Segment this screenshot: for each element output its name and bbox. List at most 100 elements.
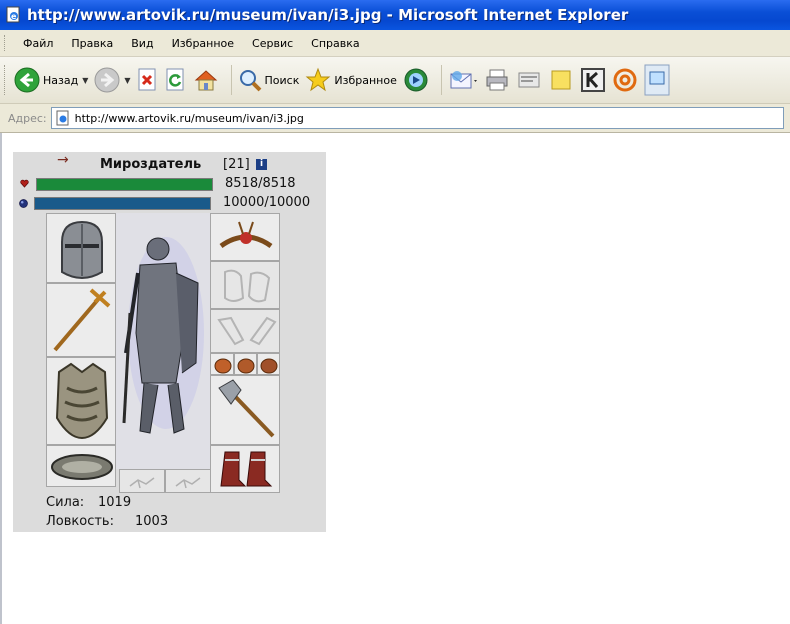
helmet-slot[interactable] bbox=[46, 213, 116, 283]
standard-toolbar: Назад ▼ ▼ Поиск Избранное bbox=[0, 57, 790, 104]
ie-page-icon: e bbox=[6, 6, 20, 23]
discuss-button[interactable] bbox=[548, 67, 574, 93]
address-bar: Адрес: http://www.artovik.ru/museum/ivan… bbox=[0, 104, 790, 133]
mail-button[interactable] bbox=[448, 67, 478, 93]
toolbar-grip bbox=[4, 65, 8, 95]
edit-icon bbox=[518, 72, 540, 88]
refresh-button[interactable] bbox=[165, 68, 187, 92]
bracers-slot[interactable] bbox=[210, 309, 280, 353]
menu-item-edit[interactable]: Правка bbox=[62, 37, 122, 50]
at-button[interactable] bbox=[612, 67, 638, 93]
gloves-icon bbox=[224, 269, 271, 303]
address-label: Адрес: bbox=[8, 111, 47, 125]
weapon-slot-right[interactable] bbox=[210, 375, 280, 445]
menu-item-file[interactable]: Файл bbox=[14, 37, 62, 50]
go-button[interactable] bbox=[644, 64, 670, 96]
forward-arrow-icon bbox=[94, 67, 120, 93]
title-bar: e http://www.artovik.ru/museum/ivan/i3.j… bbox=[0, 0, 790, 30]
amulet-icon bbox=[219, 221, 273, 249]
menu-item-help[interactable]: Справка bbox=[302, 37, 368, 50]
hp-bar bbox=[36, 178, 213, 191]
hp-value: 8518/8518 bbox=[225, 176, 296, 191]
print-icon bbox=[486, 69, 508, 91]
mp-value: 10000/10000 bbox=[223, 195, 311, 210]
armor-slot[interactable] bbox=[46, 357, 116, 445]
stat-strength-label: Сила: bbox=[46, 495, 85, 510]
potion-icon bbox=[260, 358, 278, 374]
arrow-icon[interactable]: → bbox=[57, 152, 69, 168]
mp-bar bbox=[34, 197, 211, 210]
window-title: http://www.artovik.ru/museum/ivan/i3.jpg… bbox=[27, 6, 629, 24]
forward-button[interactable]: ▼ bbox=[94, 67, 131, 93]
axe-icon bbox=[218, 379, 275, 438]
knight-figure-icon bbox=[122, 237, 204, 434]
mana-orb-icon bbox=[19, 199, 28, 208]
amulet-slot[interactable] bbox=[210, 213, 280, 261]
weapon-slot-left[interactable] bbox=[46, 283, 116, 357]
potion-icon bbox=[237, 358, 255, 374]
stat-strength-value: 1019 bbox=[98, 495, 132, 510]
menu-item-favorites[interactable]: Избранное bbox=[163, 37, 243, 50]
stop-button[interactable] bbox=[137, 68, 159, 92]
print-button[interactable] bbox=[484, 67, 510, 93]
potion-slot-1[interactable] bbox=[210, 353, 234, 375]
svg-text:e: e bbox=[11, 12, 17, 21]
ring-slot-1[interactable] bbox=[119, 469, 165, 493]
staff-icon bbox=[53, 288, 111, 352]
menu-item-view[interactable]: Вид bbox=[122, 37, 162, 50]
empty-slot-icon bbox=[175, 477, 201, 489]
address-input[interactable]: http://www.artovik.ru/museum/ivan/i3.jpg bbox=[50, 107, 784, 129]
empty-slot-icon bbox=[129, 477, 155, 489]
character-portrait bbox=[116, 213, 210, 469]
boots-icon bbox=[220, 451, 273, 487]
potion-icon bbox=[214, 358, 232, 374]
toolbar-separator-2 bbox=[440, 65, 442, 95]
media-icon bbox=[404, 68, 428, 92]
bracers-icon bbox=[217, 316, 277, 346]
window-left-edge bbox=[0, 133, 2, 624]
gloves-slot[interactable] bbox=[210, 261, 280, 309]
mp-bar-fill bbox=[35, 198, 210, 209]
character-level: [21] bbox=[223, 157, 250, 172]
potion-slot-3[interactable] bbox=[257, 353, 280, 375]
edit-button[interactable] bbox=[516, 67, 542, 93]
back-arrow-icon bbox=[14, 67, 40, 93]
helmet-icon bbox=[61, 220, 103, 280]
info-icon[interactable]: i bbox=[256, 159, 267, 170]
potion-slot-2[interactable] bbox=[234, 353, 257, 375]
belt-icon bbox=[51, 454, 113, 480]
favorites-star-icon bbox=[305, 67, 331, 92]
boots-slot[interactable] bbox=[210, 445, 280, 493]
ring-slot-2[interactable] bbox=[165, 469, 211, 493]
back-dropdown-icon[interactable]: ▼ bbox=[82, 76, 88, 85]
belt-slot[interactable] bbox=[46, 445, 116, 487]
search-label: Поиск bbox=[264, 73, 300, 87]
stat-agility-label: Ловкость: bbox=[46, 514, 114, 529]
search-button[interactable]: Поиск bbox=[238, 68, 300, 92]
media-button[interactable] bbox=[403, 67, 429, 93]
hp-bar-fill bbox=[37, 179, 212, 190]
at-icon bbox=[613, 68, 637, 92]
page-content: → Мироздатель [21] i 8518/8518 10000/100… bbox=[0, 133, 790, 624]
character-panel: → Мироздатель [21] i 8518/8518 10000/100… bbox=[13, 152, 326, 532]
forward-dropdown-icon[interactable]: ▼ bbox=[124, 76, 130, 85]
go-icon bbox=[644, 64, 670, 96]
search-icon bbox=[239, 70, 261, 92]
toolbar-separator bbox=[230, 65, 232, 95]
mail-icon bbox=[450, 71, 477, 89]
discuss-icon bbox=[551, 70, 571, 90]
page-icon bbox=[56, 110, 69, 126]
heart-icon bbox=[20, 179, 29, 188]
home-icon bbox=[194, 70, 217, 91]
k-button[interactable] bbox=[580, 67, 606, 93]
refresh-icon bbox=[166, 68, 184, 91]
stat-agility-value: 1003 bbox=[135, 514, 169, 529]
k-icon bbox=[580, 68, 605, 92]
favorites-button[interactable]: Избранное bbox=[305, 67, 397, 93]
menu-item-tools[interactable]: Сервис bbox=[243, 37, 302, 50]
home-button[interactable] bbox=[193, 67, 219, 93]
stop-icon bbox=[138, 68, 156, 91]
back-button[interactable]: Назад ▼ bbox=[14, 67, 88, 93]
menubar-grip bbox=[4, 35, 8, 51]
back-label: Назад bbox=[43, 73, 79, 87]
